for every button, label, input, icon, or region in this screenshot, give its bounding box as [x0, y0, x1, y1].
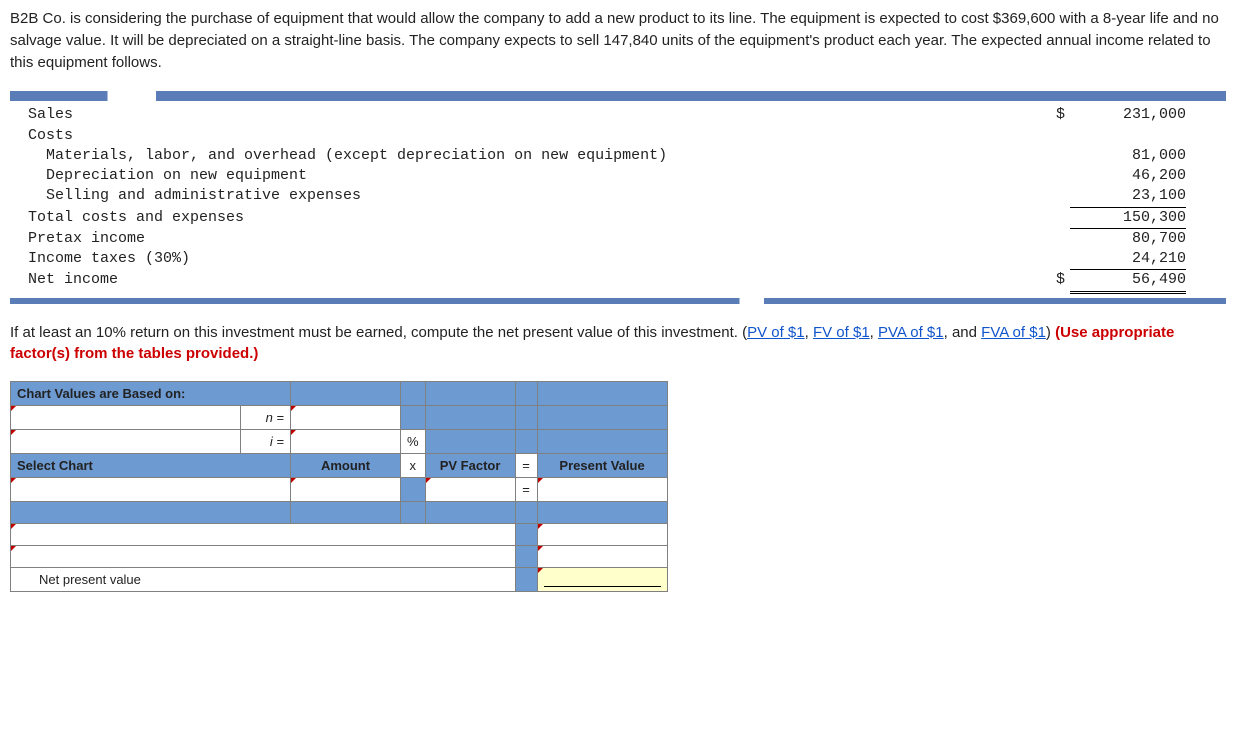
n-input-row-blank[interactable]: [11, 406, 241, 430]
percent-label: %: [401, 430, 426, 454]
summary-value-1[interactable]: [537, 524, 667, 546]
sales-label: Sales: [10, 105, 1056, 125]
divider-bar-bottom: [10, 298, 1226, 304]
present-value-header: Present Value: [537, 454, 667, 478]
instruction-lead: If at least an 10% return on this invest…: [10, 324, 747, 341]
npv-result[interactable]: [537, 568, 667, 592]
materials-label: Materials, labor, and overhead (except d…: [10, 146, 1056, 166]
net-income-label: Net income: [10, 270, 1056, 293]
pva-link[interactable]: PVA of $1: [878, 324, 944, 341]
pv-factor-input[interactable]: [425, 478, 515, 502]
n-label: n =: [241, 406, 291, 430]
multiply-label: x: [401, 454, 426, 478]
pv-link[interactable]: PV of $1: [747, 324, 805, 341]
pretax-amount: 80,700: [1070, 229, 1186, 249]
equals-label: =: [515, 478, 537, 502]
amount-input[interactable]: [291, 478, 401, 502]
tax-label: Income taxes (30%): [10, 249, 1056, 270]
selling-label: Selling and administrative expenses: [10, 186, 1056, 207]
summary-row-1[interactable]: [11, 524, 516, 546]
pv-factor-header: PV Factor: [425, 454, 515, 478]
problem-statement: B2B Co. is considering the purchase of e…: [10, 8, 1226, 73]
n-input[interactable]: [291, 406, 401, 430]
sales-amount: 231,000: [1070, 105, 1186, 125]
tax-amount: 24,210: [1070, 249, 1186, 270]
equals-label: =: [515, 454, 537, 478]
instruction-text: If at least an 10% return on this invest…: [10, 322, 1226, 366]
materials-amount: 81,000: [1070, 146, 1186, 166]
npv-answer-table: Chart Values are Based on: n = i = % Sel…: [10, 381, 668, 592]
net-income-amount: 56,490: [1070, 270, 1186, 293]
depreciation-amount: 46,200: [1070, 166, 1186, 186]
select-chart-header: Select Chart: [11, 454, 291, 478]
depreciation-label: Depreciation on new equipment: [10, 166, 1056, 186]
summary-row-2[interactable]: [11, 546, 516, 568]
pretax-label: Pretax income: [10, 229, 1056, 249]
summary-value-2[interactable]: [537, 546, 667, 568]
fv-link[interactable]: FV of $1: [813, 324, 870, 341]
income-statement: Sales $231,000 Costs Materials, labor, a…: [10, 105, 1226, 293]
chart-select-input[interactable]: [11, 478, 291, 502]
present-value-output[interactable]: [537, 478, 667, 502]
npv-label: Net present value: [11, 568, 516, 592]
currency-symbol: $: [1056, 270, 1070, 293]
fva-link[interactable]: FVA of $1: [981, 324, 1046, 341]
total-costs-amount: 150,300: [1070, 208, 1186, 229]
total-costs-label: Total costs and expenses: [10, 208, 1056, 229]
i-input[interactable]: [291, 430, 401, 454]
i-label: i =: [241, 430, 291, 454]
currency-symbol: $: [1056, 105, 1070, 125]
divider-bar-top: [10, 91, 1226, 101]
chart-values-header: Chart Values are Based on:: [11, 382, 291, 406]
amount-header: Amount: [291, 454, 401, 478]
i-input-row-blank[interactable]: [11, 430, 241, 454]
selling-amount: 23,100: [1070, 186, 1186, 207]
costs-label: Costs: [10, 126, 1056, 146]
